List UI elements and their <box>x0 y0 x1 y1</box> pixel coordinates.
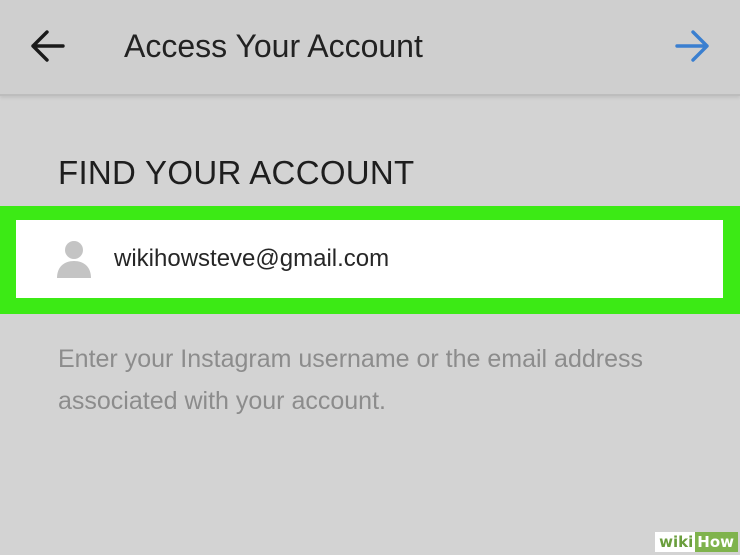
wikihow-watermark: wiki How <box>655 532 738 552</box>
top-app-bar: Access Your Account <box>0 0 740 96</box>
next-button[interactable] <box>668 24 716 68</box>
watermark-how: How <box>695 532 738 552</box>
user-icon <box>57 241 91 278</box>
section-heading: FIND YOUR ACCOUNT <box>58 154 415 191</box>
back-button[interactable] <box>26 24 70 68</box>
helper-text: Enter your Instagram username or the ema… <box>58 345 643 415</box>
arrow-right-icon <box>675 30 709 62</box>
input-value: wikihowsteve@gmail.com <box>114 245 390 272</box>
watermark-wiki: wiki <box>655 532 696 552</box>
username-email-input[interactable]: wikihowsteve@gmail.com <box>16 220 723 298</box>
arrow-left-icon <box>31 30 65 62</box>
page-title: Access Your Account <box>124 28 423 64</box>
